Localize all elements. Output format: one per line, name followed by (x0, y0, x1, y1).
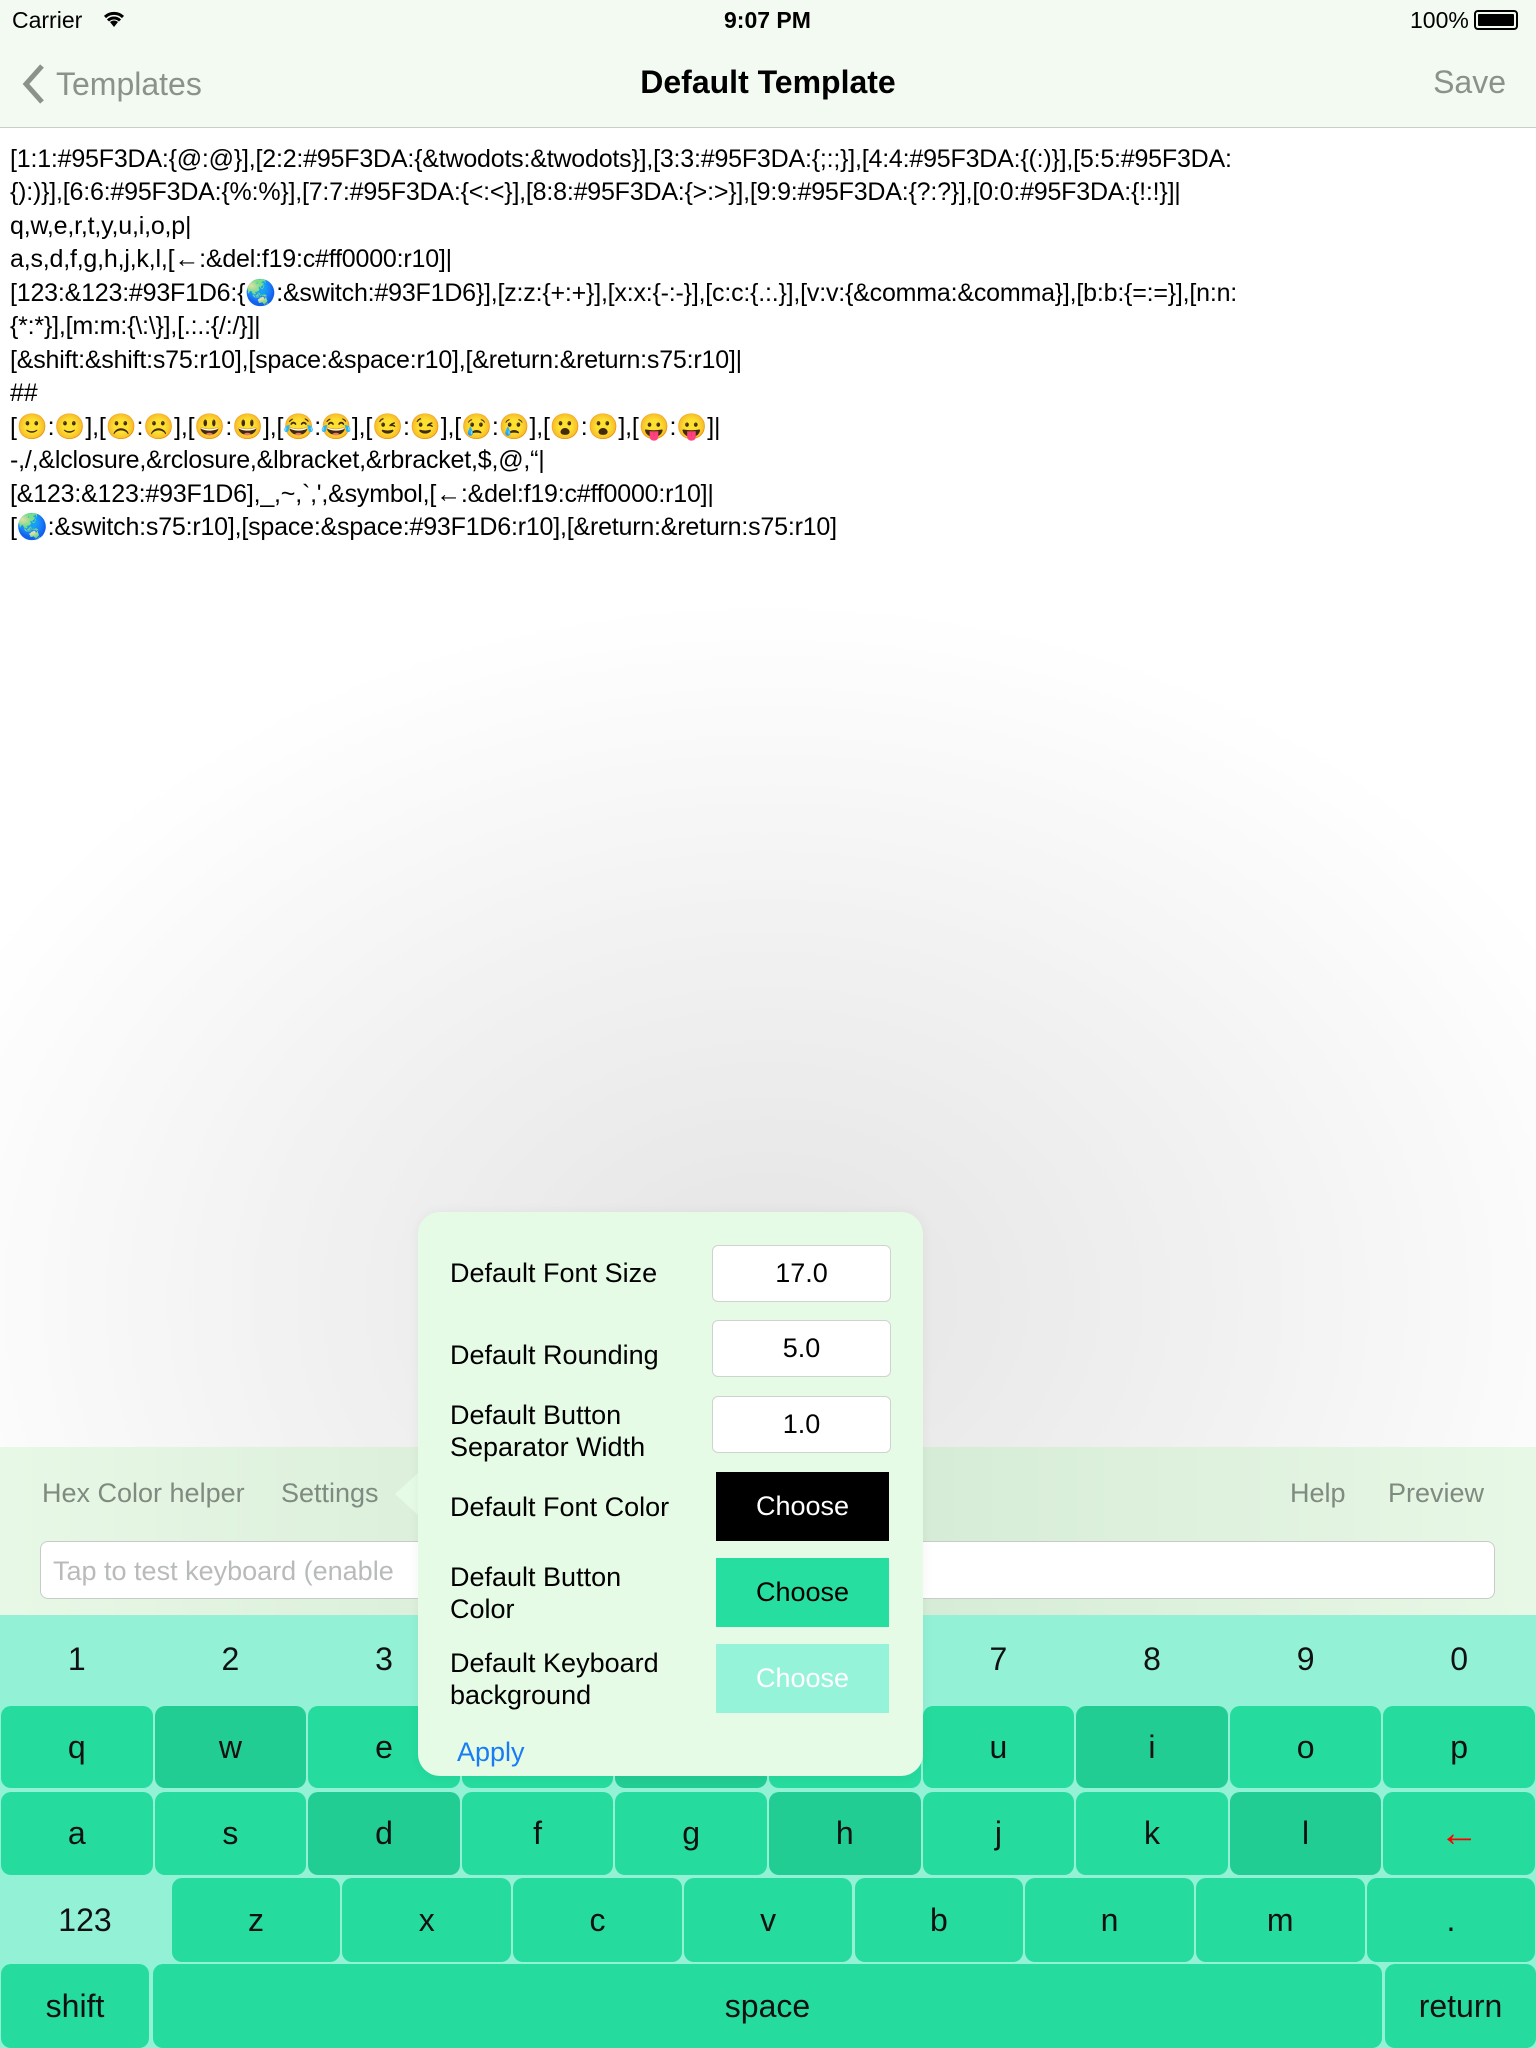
navigation-bar: Templates Default Template Save (0, 42, 1536, 128)
font-size-label: Default Font Size (450, 1258, 658, 1288)
key-x[interactable]: x (342, 1878, 512, 1962)
number-key-8[interactable]: 8 (1075, 1615, 1229, 1704)
save-button[interactable]: Save (1433, 64, 1506, 101)
keyboard-background-label: Default Keyboard background (450, 1647, 659, 1711)
key-q[interactable]: q (1, 1706, 153, 1788)
battery-icon (1474, 10, 1518, 30)
preview-button[interactable]: Preview (1388, 1478, 1484, 1509)
keyboard-background-choose-button[interactable]: Choose (716, 1644, 889, 1713)
rounding-label: Default Rounding (450, 1340, 659, 1370)
key-a[interactable]: a (1, 1792, 153, 1875)
key-v[interactable]: v (683, 1878, 853, 1962)
popover-arrow (395, 1472, 419, 1516)
editor-line: {*:*}],[m:m:{\:\}],[.:.:{/:/}]| (10, 312, 261, 340)
editor-line: [1:1:#95F3DA:{@:@}],[2:2:#95F3DA:{&twodo… (10, 145, 1232, 173)
wifi-icon (102, 8, 126, 35)
editor-line: [&shift:&shift:s75:r10],[space:&space:r1… (10, 346, 742, 374)
label-line: Default Button (450, 1400, 622, 1430)
editor-line: [🌏:&switch:s75:r10],[space:&space:#93F1D… (10, 513, 837, 541)
label-line: background (450, 1680, 592, 1710)
number-key-1[interactable]: 1 (0, 1615, 154, 1704)
font-color-label: Default Font Color (450, 1492, 670, 1522)
editor-line: [🙂:🙂],[☹️:☹️],[😃:😃],[😂:😂],[😉:😉],[😢:😢],[😮… (10, 413, 721, 441)
battery-percent: 100% (1410, 7, 1469, 33)
key-z[interactable]: z (171, 1878, 341, 1962)
numbers-mode-key[interactable]: 123 (0, 1878, 170, 1962)
number-key-2[interactable]: 2 (154, 1615, 308, 1704)
key-k[interactable]: k (1076, 1792, 1228, 1875)
rounding-field[interactable]: 5.0 (712, 1320, 891, 1377)
key-c[interactable]: c (513, 1878, 682, 1962)
key-b[interactable]: b (854, 1878, 1024, 1962)
key-s[interactable]: s (154, 1792, 307, 1875)
settings-button[interactable]: Settings (281, 1478, 379, 1509)
label-line: Separator Width (450, 1432, 646, 1462)
number-key-0[interactable]: 0 (1382, 1615, 1536, 1704)
number-key-9[interactable]: 9 (1229, 1615, 1383, 1704)
page-title: Default Template (640, 64, 896, 100)
key-w[interactable]: w (154, 1706, 307, 1788)
key-l[interactable]: l (1229, 1792, 1382, 1875)
carrier-label: Carrier (12, 7, 83, 33)
hex-color-helper-button[interactable]: Hex Color helper (42, 1478, 245, 1509)
key-j[interactable]: j (922, 1792, 1075, 1875)
editor-line: {):)}],[6:6:#95F3DA:{%:%}],[7:7:#95F3DA:… (10, 178, 1181, 206)
help-button[interactable]: Help (1290, 1478, 1346, 1509)
button-color-label: Default Button Color (450, 1561, 621, 1625)
apply-button[interactable]: Apply (457, 1736, 525, 1768)
separator-width-field[interactable]: 1.0 (712, 1396, 891, 1453)
clock: 9:07 PM (724, 7, 811, 33)
space-key[interactable]: space (153, 1964, 1382, 2048)
font-color-choose-button[interactable]: Choose (716, 1472, 889, 1541)
editor-line: q,w,e,r,t,y,u,i,o,p| (10, 212, 192, 240)
status-bar: Carrier 9:07 PM 100% (0, 0, 1536, 42)
key-o[interactable]: o (1229, 1706, 1382, 1788)
shift-key[interactable]: shift (1, 1964, 149, 2048)
separator-width-label: Default Button Separator Width (450, 1399, 645, 1463)
key-h[interactable]: h (769, 1792, 921, 1875)
number-key-7[interactable]: 7 (922, 1615, 1076, 1704)
editor-line: ## (10, 379, 38, 407)
key-f[interactable]: f (461, 1792, 614, 1875)
font-size-field[interactable]: 17.0 (712, 1245, 891, 1302)
key-p[interactable]: p (1383, 1706, 1535, 1788)
label-line: Default Button (450, 1562, 622, 1592)
editor-line: a,s,d,f,g,h,j,k,l,[←:&del:f19:c#ff0000:r… (10, 245, 452, 273)
label-line: Color (450, 1594, 515, 1624)
editor-line: [123:&123:#93F1D6:{🌏:&switch:#93F1D6}],[… (10, 279, 1238, 307)
editor-line: [&123:&123:#93F1D6],_,~,`,',&symbol,[←:&… (10, 480, 714, 508)
button-color-choose-button[interactable]: Choose (716, 1558, 889, 1627)
key-i[interactable]: i (1076, 1706, 1228, 1788)
key-g[interactable]: g (615, 1792, 767, 1875)
key-.[interactable]: . (1366, 1878, 1536, 1962)
return-key[interactable]: return (1385, 1964, 1536, 2048)
key-u[interactable]: u (922, 1706, 1075, 1788)
key-n[interactable]: n (1025, 1878, 1194, 1962)
label-line: Default Keyboard (450, 1648, 659, 1678)
editor-line: -,/,&lclosure,&rclosure,&lbracket,&rbrac… (10, 446, 545, 474)
key-d[interactable]: d (308, 1792, 460, 1875)
key-m[interactable]: m (1195, 1878, 1365, 1962)
delete-key[interactable]: ← (1383, 1792, 1535, 1875)
